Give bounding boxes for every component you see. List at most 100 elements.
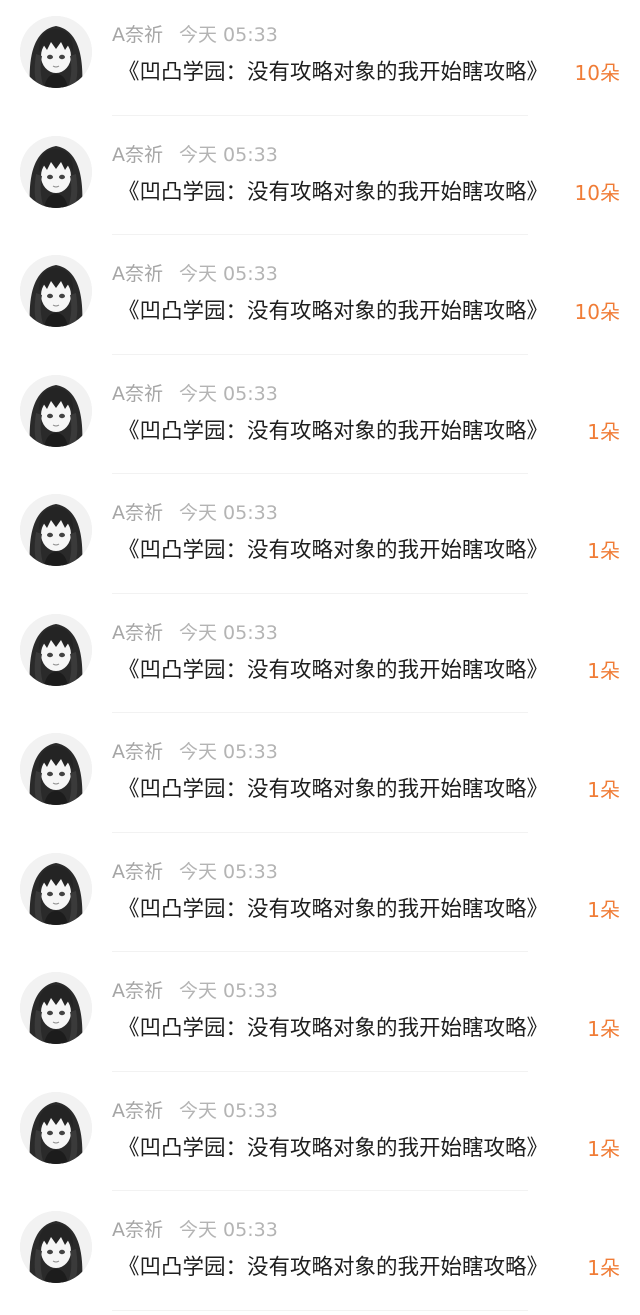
anime-girl-avatar-icon (20, 613, 92, 686)
meta-line: A奈祈 今天 05:33 (112, 381, 278, 407)
avatar[interactable] (20, 1211, 92, 1283)
timestamp: 今天 05:33 (179, 382, 278, 405)
timestamp: 今天 05:33 (179, 741, 278, 763)
divider (112, 592, 528, 594)
flower-count: 1朵 (587, 419, 620, 444)
meta-line: A奈祈 今天 05:33 (112, 859, 278, 885)
work-title[interactable]: 《凹凸学园：没有攻略对象的我开始瞎攻略》 (118, 1014, 574, 1044)
timestamp: 今天 05:33 (179, 1099, 278, 1122)
timestamp: 今天 05:33 (179, 1219, 278, 1241)
work-title[interactable]: 《凹凸学园：没有攻略对象的我开始瞎攻略》 (118, 536, 574, 566)
work-title[interactable]: 《凹凸学园：没有攻略对象的我开始瞎攻略》 (118, 178, 574, 208)
list-item[interactable]: A奈祈 今天 05:33 《凹凸学园：没有攻略对象的我开始瞎攻略》 1朵 (0, 837, 640, 957)
avatar[interactable] (20, 613, 92, 686)
work-title[interactable]: 《凹凸学园：没有攻略对象的我开始瞎攻略》 (118, 775, 574, 805)
flower-count: 10朵 (574, 300, 620, 324)
divider (112, 1070, 528, 1072)
divider (112, 712, 528, 713)
work-title[interactable]: 《凹凸学园：没有攻略对象的我开始瞎攻略》 (118, 297, 574, 327)
anime-girl-avatar-icon (20, 972, 92, 1044)
meta-line: A奈祈 今天 05:33 (112, 978, 278, 1004)
meta-line: A奈祈 今天 05:33 (112, 142, 278, 168)
divider (112, 831, 528, 833)
work-title[interactable]: 《凹凸学园：没有攻略对象的我开始瞎攻略》 (118, 1134, 574, 1164)
avatar[interactable] (20, 494, 92, 566)
list-item[interactable]: A奈祈 今天 05:33 《凹凸学园：没有攻略对象的我开始瞎攻略》 1朵 (0, 478, 640, 598)
gift-record-list: A奈祈 今天 05:33 《凹凸学园：没有攻略对象的我开始瞎攻略》 10朵 A奈… (0, 0, 640, 1315)
user-name[interactable]: A奈祈 (112, 861, 163, 883)
flower-count: 1朵 (587, 778, 620, 802)
work-title[interactable]: 《凹凸学园：没有攻略对象的我开始瞎攻略》 (118, 1253, 574, 1283)
meta-line: A奈祈 今天 05:33 (112, 22, 278, 48)
work-title[interactable]: 《凹凸学园：没有攻略对象的我开始瞎攻略》 (118, 895, 574, 925)
anime-girl-avatar-icon (20, 374, 92, 447)
flower-count: 1朵 (587, 1017, 620, 1041)
meta-line: A奈祈 今天 05:33 (112, 500, 278, 526)
anime-girl-avatar-icon (20, 852, 92, 925)
list-item[interactable]: A奈祈 今天 05:33 《凹凸学园：没有攻略对象的我开始瞎攻略》 1朵 (0, 717, 640, 837)
divider (112, 473, 528, 474)
user-name[interactable]: A奈祈 (112, 144, 163, 166)
user-name[interactable]: A奈祈 (112, 741, 163, 763)
anime-girl-avatar-icon (20, 733, 92, 805)
meta-line: A奈祈 今天 05:33 (112, 620, 278, 646)
work-title[interactable]: 《凹凸学园：没有攻略对象的我开始瞎攻略》 (118, 417, 574, 447)
timestamp: 今天 05:33 (179, 263, 278, 285)
divider (112, 951, 528, 952)
meta-line: A奈祈 今天 05:33 (112, 739, 278, 765)
user-name[interactable]: A奈祈 (112, 383, 163, 405)
flower-count: 10朵 (574, 180, 620, 205)
timestamp: 今天 05:33 (179, 24, 278, 46)
avatar[interactable] (20, 255, 92, 327)
timestamp: 今天 05:33 (179, 860, 278, 883)
flower-count: 1朵 (587, 1136, 620, 1161)
work-title[interactable]: 《凹凸学园：没有攻略对象的我开始瞎攻略》 (118, 656, 574, 686)
work-title[interactable]: 《凹凸学园：没有攻略对象的我开始瞎攻略》 (118, 58, 574, 88)
list-item[interactable]: A奈祈 今天 05:33 《凹凸学园：没有攻略对象的我开始瞎攻略》 10朵 (0, 239, 640, 359)
user-name[interactable]: A奈祈 (112, 263, 163, 285)
flower-count: 1朵 (587, 897, 620, 922)
timestamp: 今天 05:33 (179, 980, 278, 1002)
divider (112, 114, 528, 116)
list-item[interactable]: A奈祈 今天 05:33 《凹凸学园：没有攻略对象的我开始瞎攻略》 10朵 (0, 0, 640, 120)
list-item[interactable]: A奈祈 今天 05:33 《凹凸学园：没有攻略对象的我开始瞎攻略》 1朵 (0, 1195, 640, 1315)
flower-count: 1朵 (587, 539, 620, 563)
avatar[interactable] (20, 852, 92, 925)
user-name[interactable]: A奈祈 (112, 1100, 163, 1122)
user-name[interactable]: A奈祈 (112, 980, 163, 1002)
avatar[interactable] (20, 733, 92, 805)
timestamp: 今天 05:33 (179, 143, 278, 166)
anime-girl-avatar-icon (20, 1091, 92, 1164)
flower-count: 10朵 (574, 61, 620, 85)
flower-count: 1朵 (587, 658, 620, 683)
user-name[interactable]: A奈祈 (112, 502, 163, 524)
avatar[interactable] (20, 1091, 92, 1164)
meta-line: A奈祈 今天 05:33 (112, 261, 278, 287)
divider (112, 234, 528, 235)
list-item[interactable]: A奈祈 今天 05:33 《凹凸学园：没有攻略对象的我开始瞎攻略》 1朵 (0, 359, 640, 479)
anime-girl-avatar-icon (20, 494, 92, 566)
flower-count: 1朵 (587, 1256, 620, 1280)
list-item[interactable]: A奈祈 今天 05:33 《凹凸学园：没有攻略对象的我开始瞎攻略》 1朵 (0, 956, 640, 1076)
timestamp: 今天 05:33 (179, 502, 278, 524)
meta-line: A奈祈 今天 05:33 (112, 1217, 278, 1243)
avatar[interactable] (20, 972, 92, 1044)
avatar[interactable] (20, 135, 92, 208)
anime-girl-avatar-icon (20, 16, 92, 88)
meta-line: A奈祈 今天 05:33 (112, 1098, 278, 1124)
divider (112, 1309, 528, 1311)
divider (112, 1190, 528, 1191)
avatar[interactable] (20, 16, 92, 88)
list-item[interactable]: A奈祈 今天 05:33 《凹凸学园：没有攻略对象的我开始瞎攻略》 1朵 (0, 598, 640, 718)
anime-girl-avatar-icon (20, 255, 92, 327)
divider (112, 353, 528, 355)
anime-girl-avatar-icon (20, 1211, 92, 1283)
user-name[interactable]: A奈祈 (112, 24, 163, 46)
list-item[interactable]: A奈祈 今天 05:33 《凹凸学园：没有攻略对象的我开始瞎攻略》 10朵 (0, 120, 640, 240)
list-item[interactable]: A奈祈 今天 05:33 《凹凸学园：没有攻略对象的我开始瞎攻略》 1朵 (0, 1076, 640, 1196)
user-name[interactable]: A奈祈 (112, 622, 163, 644)
timestamp: 今天 05:33 (179, 621, 278, 644)
user-name[interactable]: A奈祈 (112, 1219, 163, 1241)
anime-girl-avatar-icon (20, 135, 92, 208)
avatar[interactable] (20, 374, 92, 447)
